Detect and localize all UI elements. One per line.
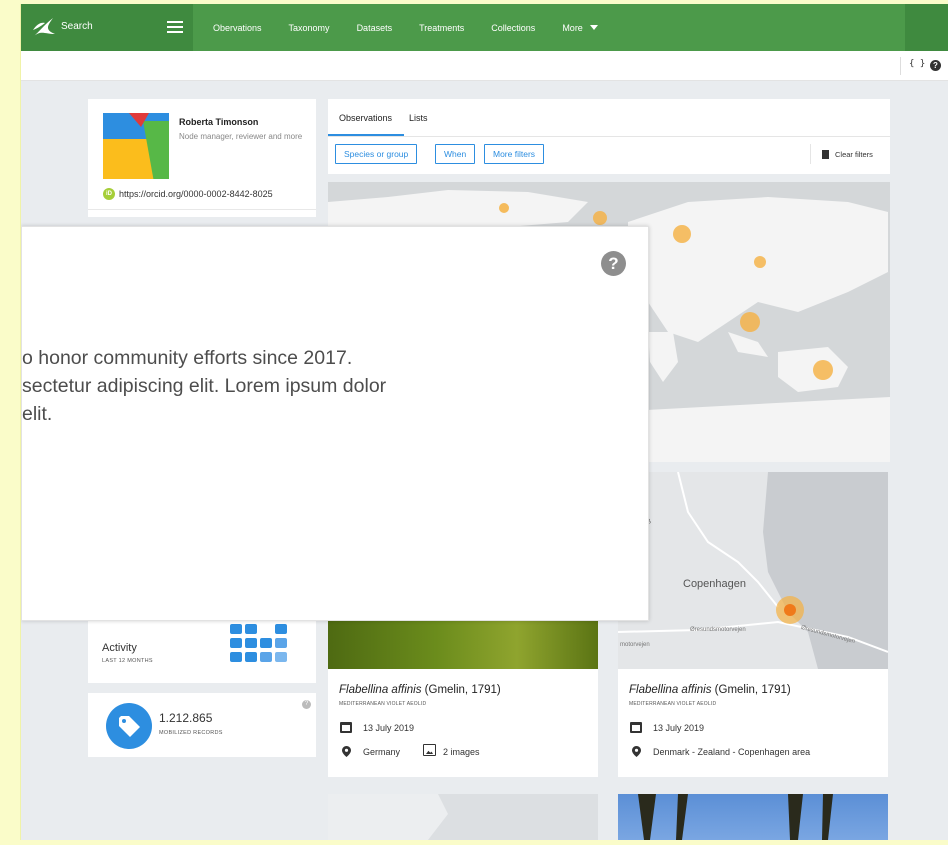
- activity-subtitle: LAST 12 MONTHS: [102, 658, 153, 664]
- help-icon[interactable]: ?: [930, 60, 941, 71]
- activity-cell: [245, 638, 257, 648]
- tab-lists[interactable]: Lists: [409, 113, 428, 123]
- image-icon: [423, 744, 436, 756]
- trash-icon[interactable]: [822, 150, 829, 159]
- activity-cell: [275, 652, 287, 662]
- occurrence-title: Flabellina affinis (Gmelin, 1791): [339, 684, 501, 696]
- clear-filters-button[interactable]: Clear filters: [835, 150, 873, 159]
- records-card: 1.212.865 MOBILIZED RECORDS ?: [88, 693, 316, 757]
- occurrence-location: Germany: [363, 747, 401, 757]
- bottom-photo-svg: [638, 794, 833, 840]
- image-count: 2 images: [443, 747, 480, 757]
- occurrence-card[interactable]: Flabellina affinis (Gmelin, 1791) MEDITE…: [328, 669, 598, 777]
- species-author: (Gmelin, 1791): [424, 684, 501, 696]
- nav-item-observations[interactable]: Obervations: [213, 23, 262, 33]
- activity-cell: [275, 624, 287, 634]
- info-modal: ? o honor community efforts since 2017. …: [21, 226, 649, 621]
- location-pin-icon: [632, 746, 641, 757]
- when-filter-button[interactable]: When: [435, 144, 476, 164]
- search-zone[interactable]: Search: [21, 4, 193, 51]
- modal-text-line: elit.: [22, 403, 53, 425]
- occurrence-photo[interactable]: [328, 616, 598, 669]
- occurrence-photo[interactable]: [618, 794, 888, 840]
- help-icon[interactable]: ?: [601, 251, 626, 276]
- user-role: Node manager, reviewer and more: [179, 132, 303, 141]
- tag-icon: [119, 716, 140, 737]
- calendar-icon: [340, 722, 352, 733]
- nav-item-collections[interactable]: Collections: [491, 23, 535, 33]
- occurrence-location: Denmark - Zealand - Copenhagen area: [653, 747, 811, 757]
- page-toolbar: { } ?: [21, 51, 948, 81]
- gbif-logo-icon[interactable]: [31, 14, 57, 40]
- activity-cell: [230, 624, 242, 634]
- species-name: Flabellina affinis: [629, 684, 712, 696]
- activity-cell: [230, 652, 242, 662]
- occurrence-date: 13 July 2019: [653, 723, 705, 733]
- hamburger-menu-icon[interactable]: [167, 18, 183, 34]
- modal-text-line: o honor community efforts since 2017.: [22, 347, 353, 369]
- activity-cell: [245, 652, 257, 662]
- map-label-city: Copenhagen: [683, 578, 747, 590]
- modal-text-line: sectetur adipiscing elit. Lorem ipsum do…: [22, 375, 387, 397]
- orcid-link[interactable]: https://orcid.org/0000-0002-8442-8025: [119, 189, 273, 199]
- profile-card: Roberta Timonson Node manager, reviewer …: [88, 99, 316, 217]
- help-icon[interactable]: ?: [302, 700, 311, 709]
- activity-cell: [230, 638, 242, 648]
- nav-item-treatments[interactable]: Treatments: [419, 23, 464, 33]
- code-braces-icon[interactable]: { }: [909, 59, 925, 69]
- filter-divider: [810, 144, 811, 164]
- occurrence-title: Flabellina affinis (Gmelin, 1791): [629, 684, 791, 696]
- orcid-icon: iD: [103, 188, 115, 200]
- activity-title: Activity: [102, 642, 137, 654]
- modal-body-text: o honor community efforts since 2017. se…: [22, 344, 386, 428]
- map-label-street-3: motorvejen: [620, 642, 650, 648]
- avatar: [103, 113, 169, 179]
- tabs-divider: [328, 136, 890, 137]
- activity-cell: [245, 624, 257, 634]
- common-name: MEDITERRANEAN VIOLET AEOLID: [339, 701, 427, 707]
- chevron-down-icon: [589, 25, 598, 30]
- toolbar-divider: [900, 57, 901, 75]
- user-name: Roberta Timonson: [179, 117, 259, 127]
- top-navigation-bar: Search Obervations Taxonomy Datasets Tre…: [21, 4, 948, 51]
- occurrence-local-map[interactable]: [328, 794, 598, 840]
- profile-divider: [88, 209, 316, 210]
- tag-icon-badge: [106, 703, 152, 749]
- main-nav: Obervations Taxonomy Datasets Treatments…: [213, 4, 625, 51]
- nav-item-more[interactable]: More: [562, 23, 598, 33]
- species-name: Flabellina affinis: [339, 684, 422, 696]
- app-window: Search Obervations Taxonomy Datasets Tre…: [20, 4, 948, 840]
- observations-tabs-panel: Observations Lists Species or group When…: [328, 99, 890, 174]
- calendar-icon: [630, 722, 642, 733]
- activity-cell: [260, 638, 272, 648]
- activity-card: Activity LAST 12 MONTHS: [88, 616, 316, 683]
- map-label-street-1: Øresundsmotorvejen: [690, 627, 746, 633]
- occurrence-local-map[interactable]: ing 3 Copenhagen Øresundsmotorvejen Øres…: [618, 472, 888, 669]
- activity-calendar: [230, 624, 290, 676]
- tab-observations[interactable]: Observations: [339, 113, 392, 123]
- bottom-map-svg: [328, 794, 598, 840]
- occurrence-card[interactable]: Flabellina affinis (Gmelin, 1791) MEDITE…: [618, 669, 888, 777]
- species-filter-button[interactable]: Species or group: [335, 144, 418, 164]
- activity-cell: [275, 638, 287, 648]
- nav-item-datasets[interactable]: Datasets: [357, 23, 393, 33]
- top-right-zone: [905, 4, 948, 51]
- nav-more-label: More: [562, 22, 583, 33]
- search-label[interactable]: Search: [61, 21, 93, 32]
- occurrence-date: 13 July 2019: [363, 723, 415, 733]
- nav-item-taxonomy[interactable]: Taxonomy: [289, 23, 330, 33]
- species-author: (Gmelin, 1791): [714, 684, 791, 696]
- common-name: MEDITERRANEAN VIOLET AEOLID: [629, 701, 717, 707]
- more-filters-button[interactable]: More filters: [484, 144, 545, 164]
- location-pin-icon: [342, 746, 351, 757]
- records-label: MOBILIZED RECORDS: [159, 730, 223, 736]
- records-count: 1.212.865: [159, 711, 213, 725]
- activity-cell: [260, 652, 272, 662]
